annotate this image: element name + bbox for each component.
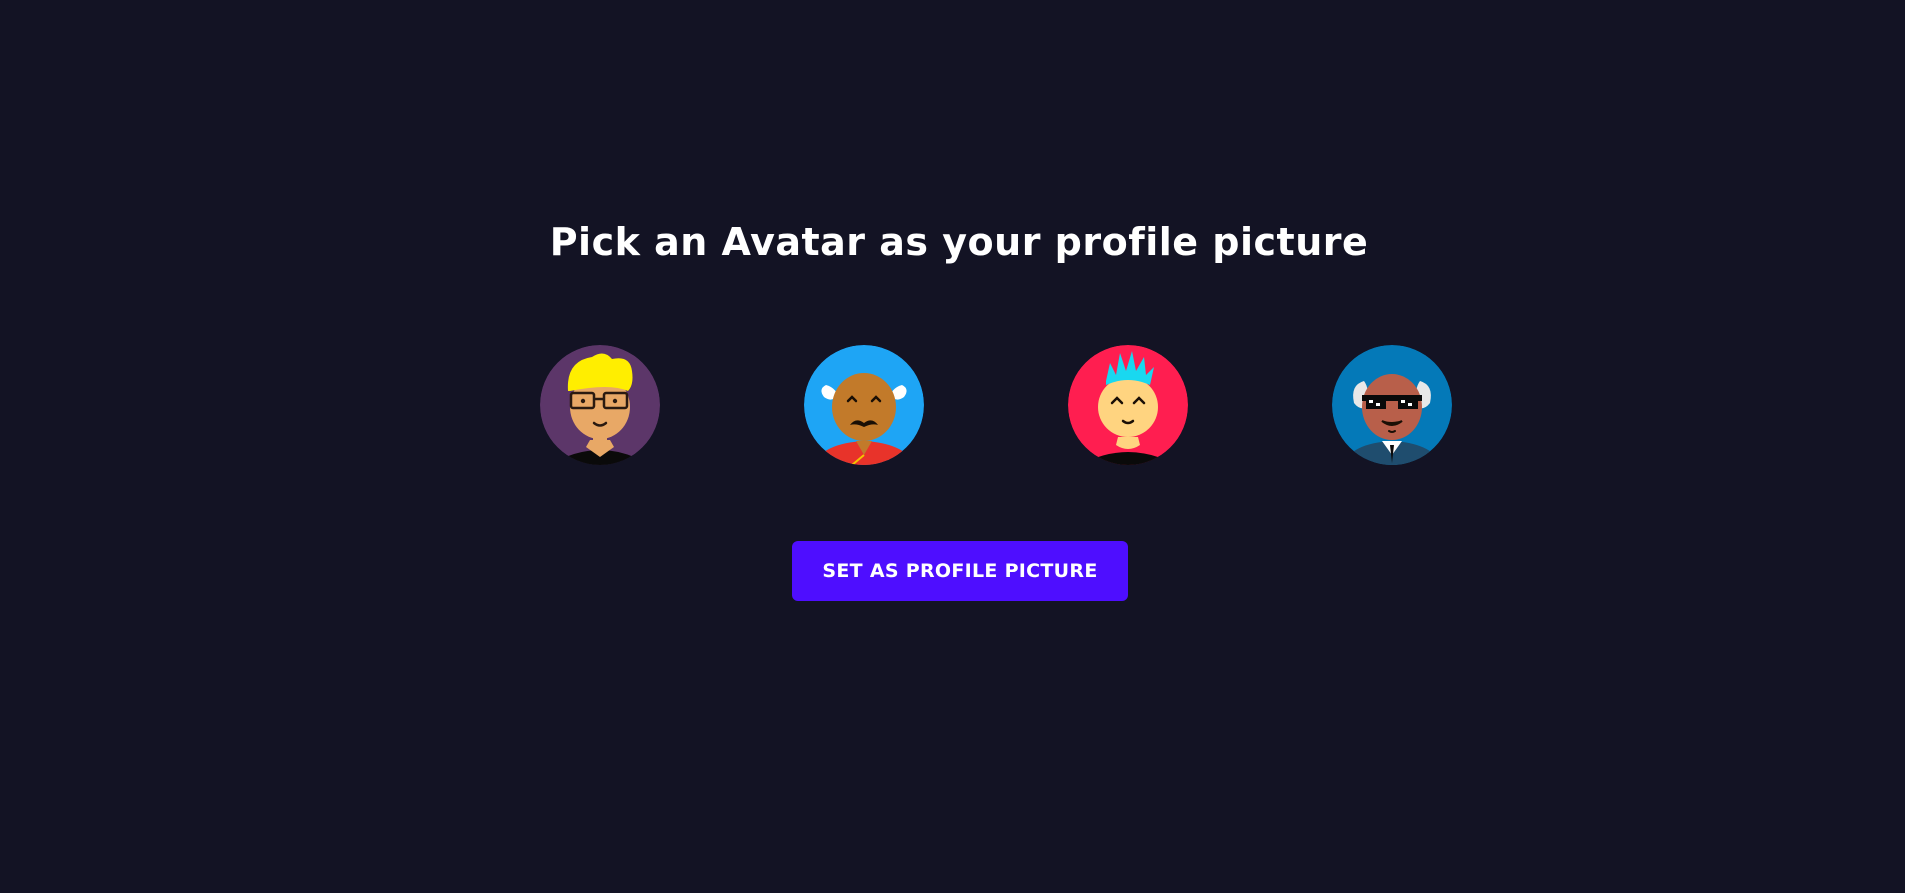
avatar-option-3[interactable] [1068,345,1188,465]
set-profile-picture-button[interactable]: SET AS PROFILE PICTURE [792,541,1128,601]
avatar-cyan-mohawk-icon [1068,345,1188,465]
page-title: Pick an Avatar as your profile picture [549,220,1369,264]
avatar-picker-page: Pick an Avatar as your profile picture S… [0,0,1905,893]
avatar-bald-mustache-icon [804,345,924,465]
avatar-option-2[interactable] [804,345,924,465]
avatar-sunglasses-elder-icon [1332,345,1452,465]
avatar-option-1[interactable] [540,345,660,465]
avatar-list [540,345,1452,465]
avatar-option-4[interactable] [1332,345,1452,465]
avatar-blonde-glasses-icon [540,345,660,465]
